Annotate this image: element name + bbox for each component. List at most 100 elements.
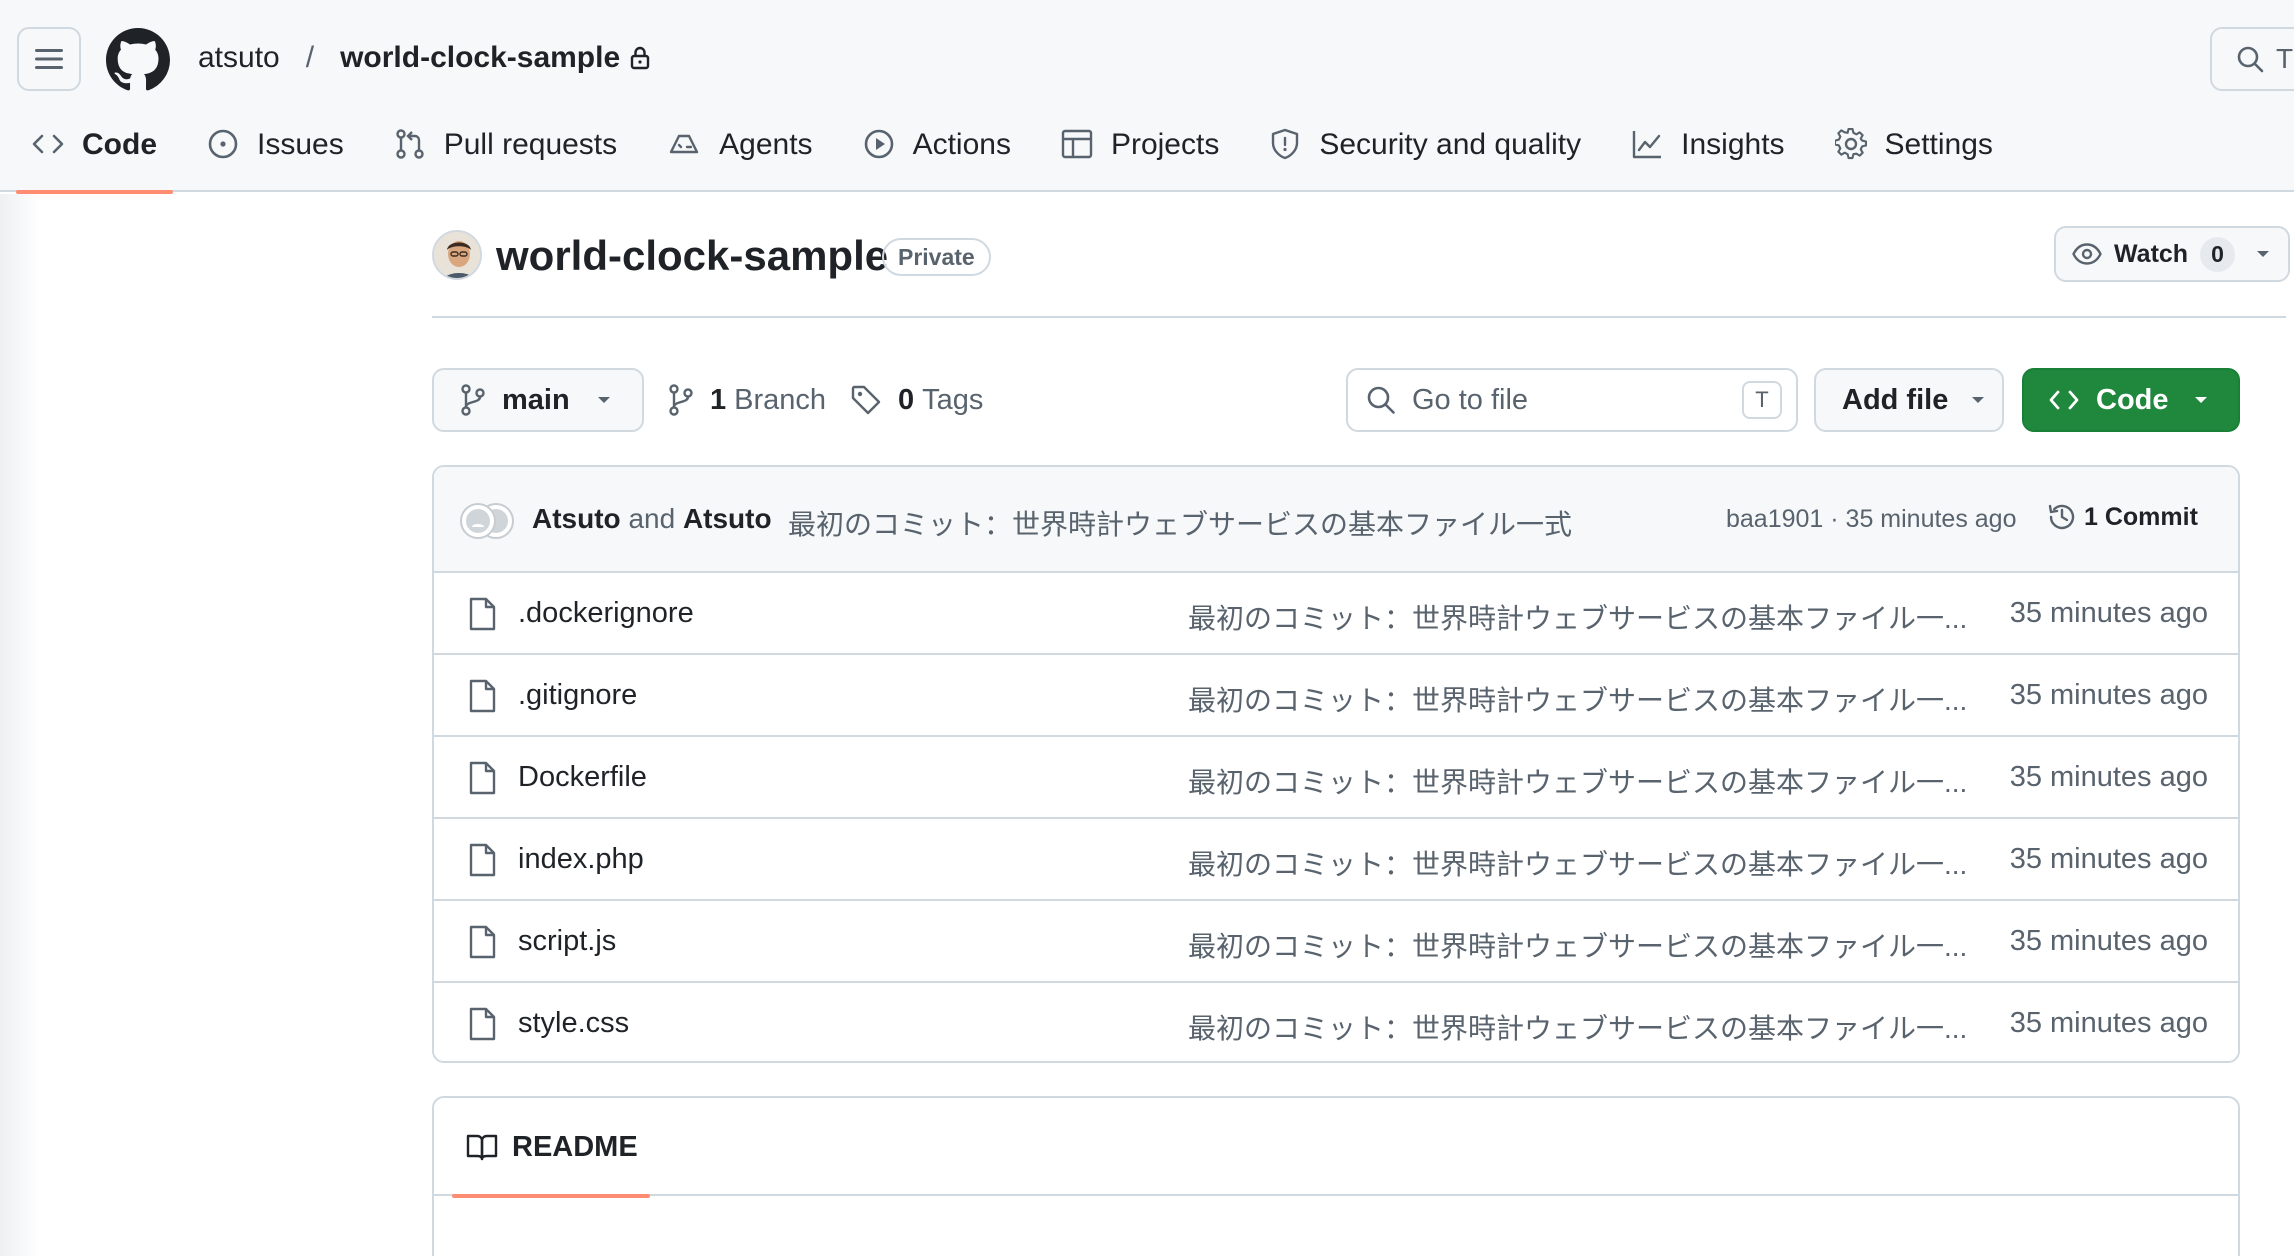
app-header: atsuto / world-clock-sample T Code Issue…	[0, 0, 2294, 194]
play-icon	[864, 129, 893, 159]
tab-code[interactable]: Code	[16, 118, 173, 194]
search-icon	[2237, 46, 2264, 73]
breadcrumb-separator: /	[305, 41, 315, 74]
tab-settings-label: Settings	[1884, 128, 1993, 161]
file-commit-message[interactable]: 最初のコミット：世界時計ウェブサービスの基本ファイル一...	[1188, 843, 1968, 883]
tab-pull-requests[interactable]: Pull requests	[378, 118, 633, 192]
commit-message[interactable]: 最初のコミット：世界時計ウェブサービスの基本ファイル一式	[788, 503, 1572, 543]
tab-projects-label: Projects	[1110, 128, 1220, 161]
file-commit-message[interactable]: 最初のコミット：世界時計ウェブサービスの基本ファイル一...	[1188, 597, 1968, 637]
breadcrumb-repo-link[interactable]: world-clock-sample	[340, 41, 620, 75]
file-commit-message[interactable]: 最初のコミット：世界時計ウェブサービスの基本ファイル一...	[1188, 679, 1968, 719]
file-commit-message[interactable]: 最初のコミット：世界時計ウェブサービスの基本ファイル一...	[1188, 761, 1968, 801]
file-icon	[469, 925, 496, 959]
left-gutter	[0, 194, 40, 1256]
branch-select-button[interactable]: main	[432, 368, 644, 432]
file-commit-time: 35 minutes ago	[2009, 925, 2208, 957]
file-row[interactable]: Dockerfile 最初のコミット：世界時計ウェブサービスの基本ファイル一..…	[434, 737, 2238, 819]
tab-settings[interactable]: Settings	[1819, 118, 2009, 192]
file-icon	[469, 843, 496, 877]
commit-hash-time[interactable]: baa1901 · 35 minutes ago	[1726, 505, 2017, 534]
branches-link[interactable]: 1 Branch	[668, 380, 826, 420]
readme-panel: README	[432, 1096, 2240, 1256]
history-icon	[2048, 504, 2075, 530]
tab-agents-label: Agents	[719, 128, 813, 161]
breadcrumb-owner-link[interactable]: atsuto	[198, 41, 280, 75]
watch-count: 0	[2200, 236, 2235, 272]
tag-count-value: 0	[898, 383, 915, 416]
tab-agents[interactable]: Agents	[651, 118, 828, 192]
breadcrumb: atsuto / world-clock-sample	[198, 38, 650, 78]
tab-projects[interactable]: Projects	[1045, 118, 1235, 192]
chevron-down-icon	[597, 397, 610, 403]
file-icon	[469, 1007, 496, 1041]
file-row[interactable]: .gitignore 最初のコミット：世界時計ウェブサービスの基本ファイル一..…	[434, 655, 2238, 737]
tab-actions-label: Actions	[912, 128, 1011, 161]
global-search-placeholder: T	[2276, 43, 2294, 74]
tab-issues[interactable]: Issues	[191, 118, 360, 192]
file-name-link[interactable]: style.css	[518, 1007, 629, 1040]
repo-nav-tabs: Code Issues Pull requests Agents Actions…	[0, 118, 2027, 194]
file-row[interactable]: index.php 最初のコミット：世界時計ウェブサービスの基本ファイル一...…	[434, 819, 2238, 901]
keyboard-shortcut-hint: T	[1742, 381, 1782, 419]
owner-avatar[interactable]	[432, 230, 482, 280]
tab-insights[interactable]: Insights	[1615, 118, 1800, 192]
global-search-input[interactable]: T	[2210, 27, 2294, 91]
commit-count-label: 1 Commit	[2084, 502, 2198, 531]
avatar-image	[434, 232, 480, 278]
gear-icon	[1834, 128, 1867, 160]
file-name-link[interactable]: .gitignore	[518, 679, 637, 712]
file-commit-time: 35 minutes ago	[2009, 1007, 2208, 1039]
file-name-link[interactable]: .dockerignore	[518, 597, 694, 630]
branch-count-label: Branch	[734, 383, 827, 416]
book-icon	[466, 1134, 498, 1161]
add-file-button[interactable]: Add file	[1814, 368, 2004, 432]
github-logo-icon[interactable]	[106, 28, 170, 92]
file-commit-time: 35 minutes ago	[2009, 761, 2208, 793]
file-row[interactable]: .dockerignore 最初のコミット：世界時計ウェブサービスの基本ファイル…	[434, 573, 2238, 655]
chevron-down-icon	[1972, 397, 1985, 403]
latest-commit-bar: Atsuto and Atsuto 最初のコミット：世界時計ウェブサービスの基本…	[434, 467, 2238, 573]
code-icon	[32, 134, 64, 154]
tab-issues-label: Issues	[257, 128, 344, 161]
file-name-link[interactable]: index.php	[518, 843, 644, 876]
tab-actions[interactable]: Actions	[847, 118, 1027, 192]
tag-icon	[851, 385, 881, 415]
branch-name: main	[502, 383, 570, 416]
chevron-down-icon	[2194, 397, 2207, 403]
tag-count-label: Tags	[922, 383, 984, 416]
commit-author-2[interactable]: Atsuto	[683, 503, 772, 534]
chevron-down-icon[interactable]	[2255, 249, 2271, 259]
file-row[interactable]: script.js 最初のコミット：世界時計ウェブサービスの基本ファイル一...…	[434, 901, 2238, 983]
tags-link[interactable]: 0 Tags	[850, 380, 983, 420]
shield-icon	[1272, 128, 1299, 160]
code-download-button[interactable]: Code	[2022, 368, 2240, 432]
commit-author-1[interactable]: Atsuto	[532, 503, 621, 534]
file-commit-time: 35 minutes ago	[2009, 679, 2208, 711]
tab-insights-label: Insights	[1681, 128, 1785, 161]
file-row[interactable]: style.css 最初のコミット：世界時計ウェブサービスの基本ファイル一...…	[434, 983, 2238, 1061]
file-commit-message[interactable]: 最初のコミット：世界時計ウェブサービスの基本ファイル一...	[1188, 1007, 1968, 1047]
agent-icon	[669, 134, 699, 154]
file-commit-time: 35 minutes ago	[2009, 597, 2208, 629]
file-icon	[469, 761, 496, 795]
commit-authors-and: and	[628, 503, 676, 534]
file-name-link[interactable]: script.js	[518, 925, 616, 958]
file-name-link[interactable]: Dockerfile	[518, 761, 647, 794]
add-file-label: Add file	[1842, 383, 1949, 416]
commit-history-link[interactable]: 1 Commit	[2046, 501, 2198, 533]
file-commit-time: 35 minutes ago	[2009, 843, 2208, 875]
menu-button[interactable]	[17, 27, 81, 91]
repo-title-row: world-clock-sample Private Watch 0	[432, 226, 2290, 318]
code-icon	[2049, 390, 2079, 410]
file-browser: Atsuto and Atsuto 最初のコミット：世界時計ウェブサービスの基本…	[432, 465, 2240, 1063]
tab-security[interactable]: Security and quality	[1253, 118, 1597, 192]
repo-title[interactable]: world-clock-sample	[496, 232, 888, 280]
table-icon	[1061, 129, 1093, 159]
go-to-file-input[interactable]: Go to file T	[1346, 368, 1798, 432]
commit-author-avatars[interactable]	[458, 501, 518, 541]
graph-icon	[1632, 131, 1662, 159]
tab-readme[interactable]: README	[452, 1098, 650, 1198]
watch-button[interactable]: Watch 0	[2054, 226, 2290, 282]
file-commit-message[interactable]: 最初のコミット：世界時計ウェブサービスの基本ファイル一...	[1188, 925, 1968, 965]
